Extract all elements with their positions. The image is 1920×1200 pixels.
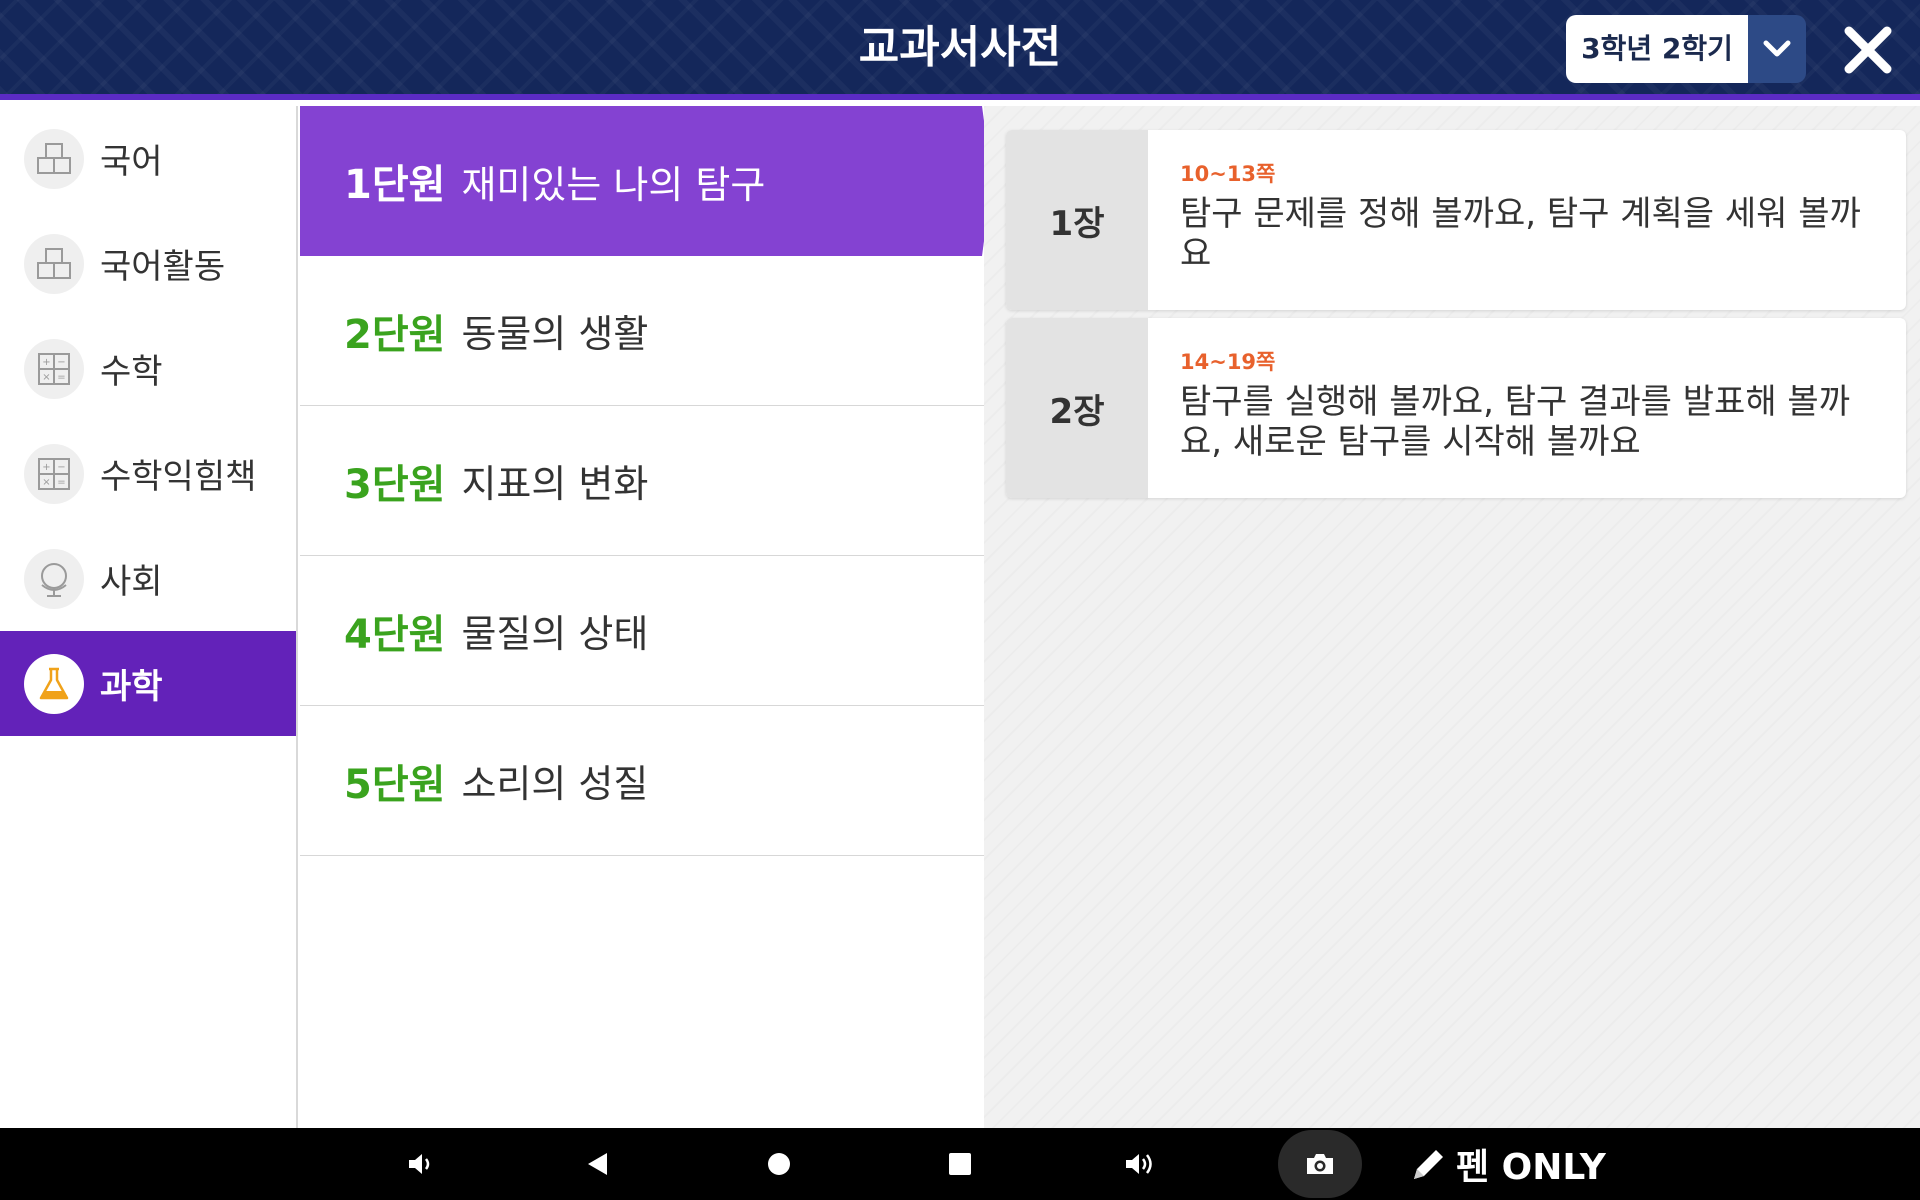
subject-item-korean-activity[interactable]: 국어활동 [0,211,296,316]
home-icon[interactable] [757,1128,801,1200]
chapter-title: 탐구를 실행해 볼까요, 탐구 결과를 발표해 볼까요, 새로운 탐구를 시작해… [1180,382,1850,462]
close-icon[interactable] [1836,18,1900,82]
chapter-page-range: 10~13쪽 [1180,162,1276,186]
back-icon[interactable] [576,1128,620,1200]
subject-item-math-workbook[interactable]: + − × = 수학익힘책 [0,421,296,526]
unit-item-2[interactable]: 2단원 동물의 생활 [300,256,984,406]
chapter-number: 1장 [1006,130,1148,310]
calculator-icon: + − × = [24,338,84,399]
unit-item-3[interactable]: 3단원 지표의 변화 [300,406,984,556]
volume-down-icon[interactable] [398,1128,442,1200]
svg-text:=: = [57,477,65,488]
flask-icon [24,653,84,714]
system-nav-bar: 펜 ONLY [0,1128,1920,1200]
app-header: 교과서사전 3학년 2학기 [0,0,1920,100]
pen-only-toggle[interactable]: 펜 ONLY [1408,1128,1606,1200]
svg-text:−: − [57,462,65,473]
unit-name: 물질의 상태 [461,612,649,656]
pencil-icon [1414,1150,1443,1179]
unit-name: 재미있는 나의 탐구 [461,162,766,207]
subject-label: 과학 [100,667,163,707]
chapter-page-range: 14~19쪽 [1180,350,1276,374]
volume-up-icon[interactable] [1116,1128,1164,1200]
svg-text:−: − [57,357,65,368]
unit-number: 2단원 [344,311,446,358]
subject-label: 국어 [100,142,163,182]
svg-text:+: + [42,462,50,473]
svg-text:+: + [42,357,50,368]
subject-label: 수학 [100,352,163,392]
grade-semester-select[interactable]: 3학년 2학기 [1566,15,1806,83]
unit-item-1[interactable]: 1단원 재미있는 나의 탐구 [300,106,992,256]
unit-list: 1단원 재미있는 나의 탐구 2단원 동물의 생활 3단원 지표의 변화 4단원… [300,106,992,1128]
unit-number: 1단원 [344,162,446,208]
subject-item-math[interactable]: + − × = 수학 [0,316,296,421]
svg-text:×: × [42,477,50,488]
unit-item-5[interactable]: 5단원 소리의 성질 [300,706,984,856]
subject-item-social[interactable]: 사회 [0,526,296,631]
subject-item-science[interactable]: 과학 [0,631,296,736]
calculator-icon: + − × = [24,443,84,504]
chapter-card-2[interactable]: 2장 14~19쪽 탐구를 실행해 볼까요, 탐구 결과를 발표해 볼까요, 새… [1006,318,1906,498]
unit-number: 5단원 [344,761,446,808]
subject-label: 사회 [100,562,163,602]
svg-text:=: = [57,372,65,383]
subject-list: 국어 국어활동 + − × = 수학 + − × = 수학익힘책 사회 과학 [0,106,298,1128]
recents-icon[interactable] [938,1128,982,1200]
chapter-panel: 1장 10~13쪽 탐구 문제를 정해 볼까요, 탐구 계획을 세워 볼까요 2… [984,106,1920,1128]
unit-number: 3단원 [344,461,446,508]
chapter-number: 2장 [1006,318,1148,498]
pen-only-label: 펜 ONLY [1456,1147,1606,1188]
subject-label: 국어활동 [100,247,226,287]
chapter-body: 14~19쪽 탐구를 실행해 볼까요, 탐구 결과를 발표해 볼까요, 새로운 … [1148,318,1906,498]
subject-item-korean[interactable]: 국어 [0,106,296,211]
chevron-down-icon[interactable] [1748,15,1806,83]
globe-icon [24,548,84,609]
chapter-card-1[interactable]: 1장 10~13쪽 탐구 문제를 정해 볼까요, 탐구 계획을 세워 볼까요 [1006,130,1906,310]
chapter-body: 10~13쪽 탐구 문제를 정해 볼까요, 탐구 계획을 세워 볼까요 [1148,130,1906,310]
svg-text:×: × [42,372,50,383]
unit-name: 소리의 성질 [461,762,649,806]
camera-icon[interactable] [1278,1130,1362,1198]
textbook-icon [24,233,84,294]
unit-number: 4단원 [344,611,446,658]
subject-label: 수학익힘책 [100,457,257,497]
chapter-title: 탐구 문제를 정해 볼까요, 탐구 계획을 세워 볼까요 [1180,194,1861,274]
unit-item-4[interactable]: 4단원 물질의 상태 [300,556,984,706]
textbook-icon [24,128,84,189]
unit-name: 지표의 변화 [461,462,649,506]
unit-name: 동물의 생활 [461,312,649,356]
grade-select-value: 3학년 2학기 [1566,15,1748,83]
